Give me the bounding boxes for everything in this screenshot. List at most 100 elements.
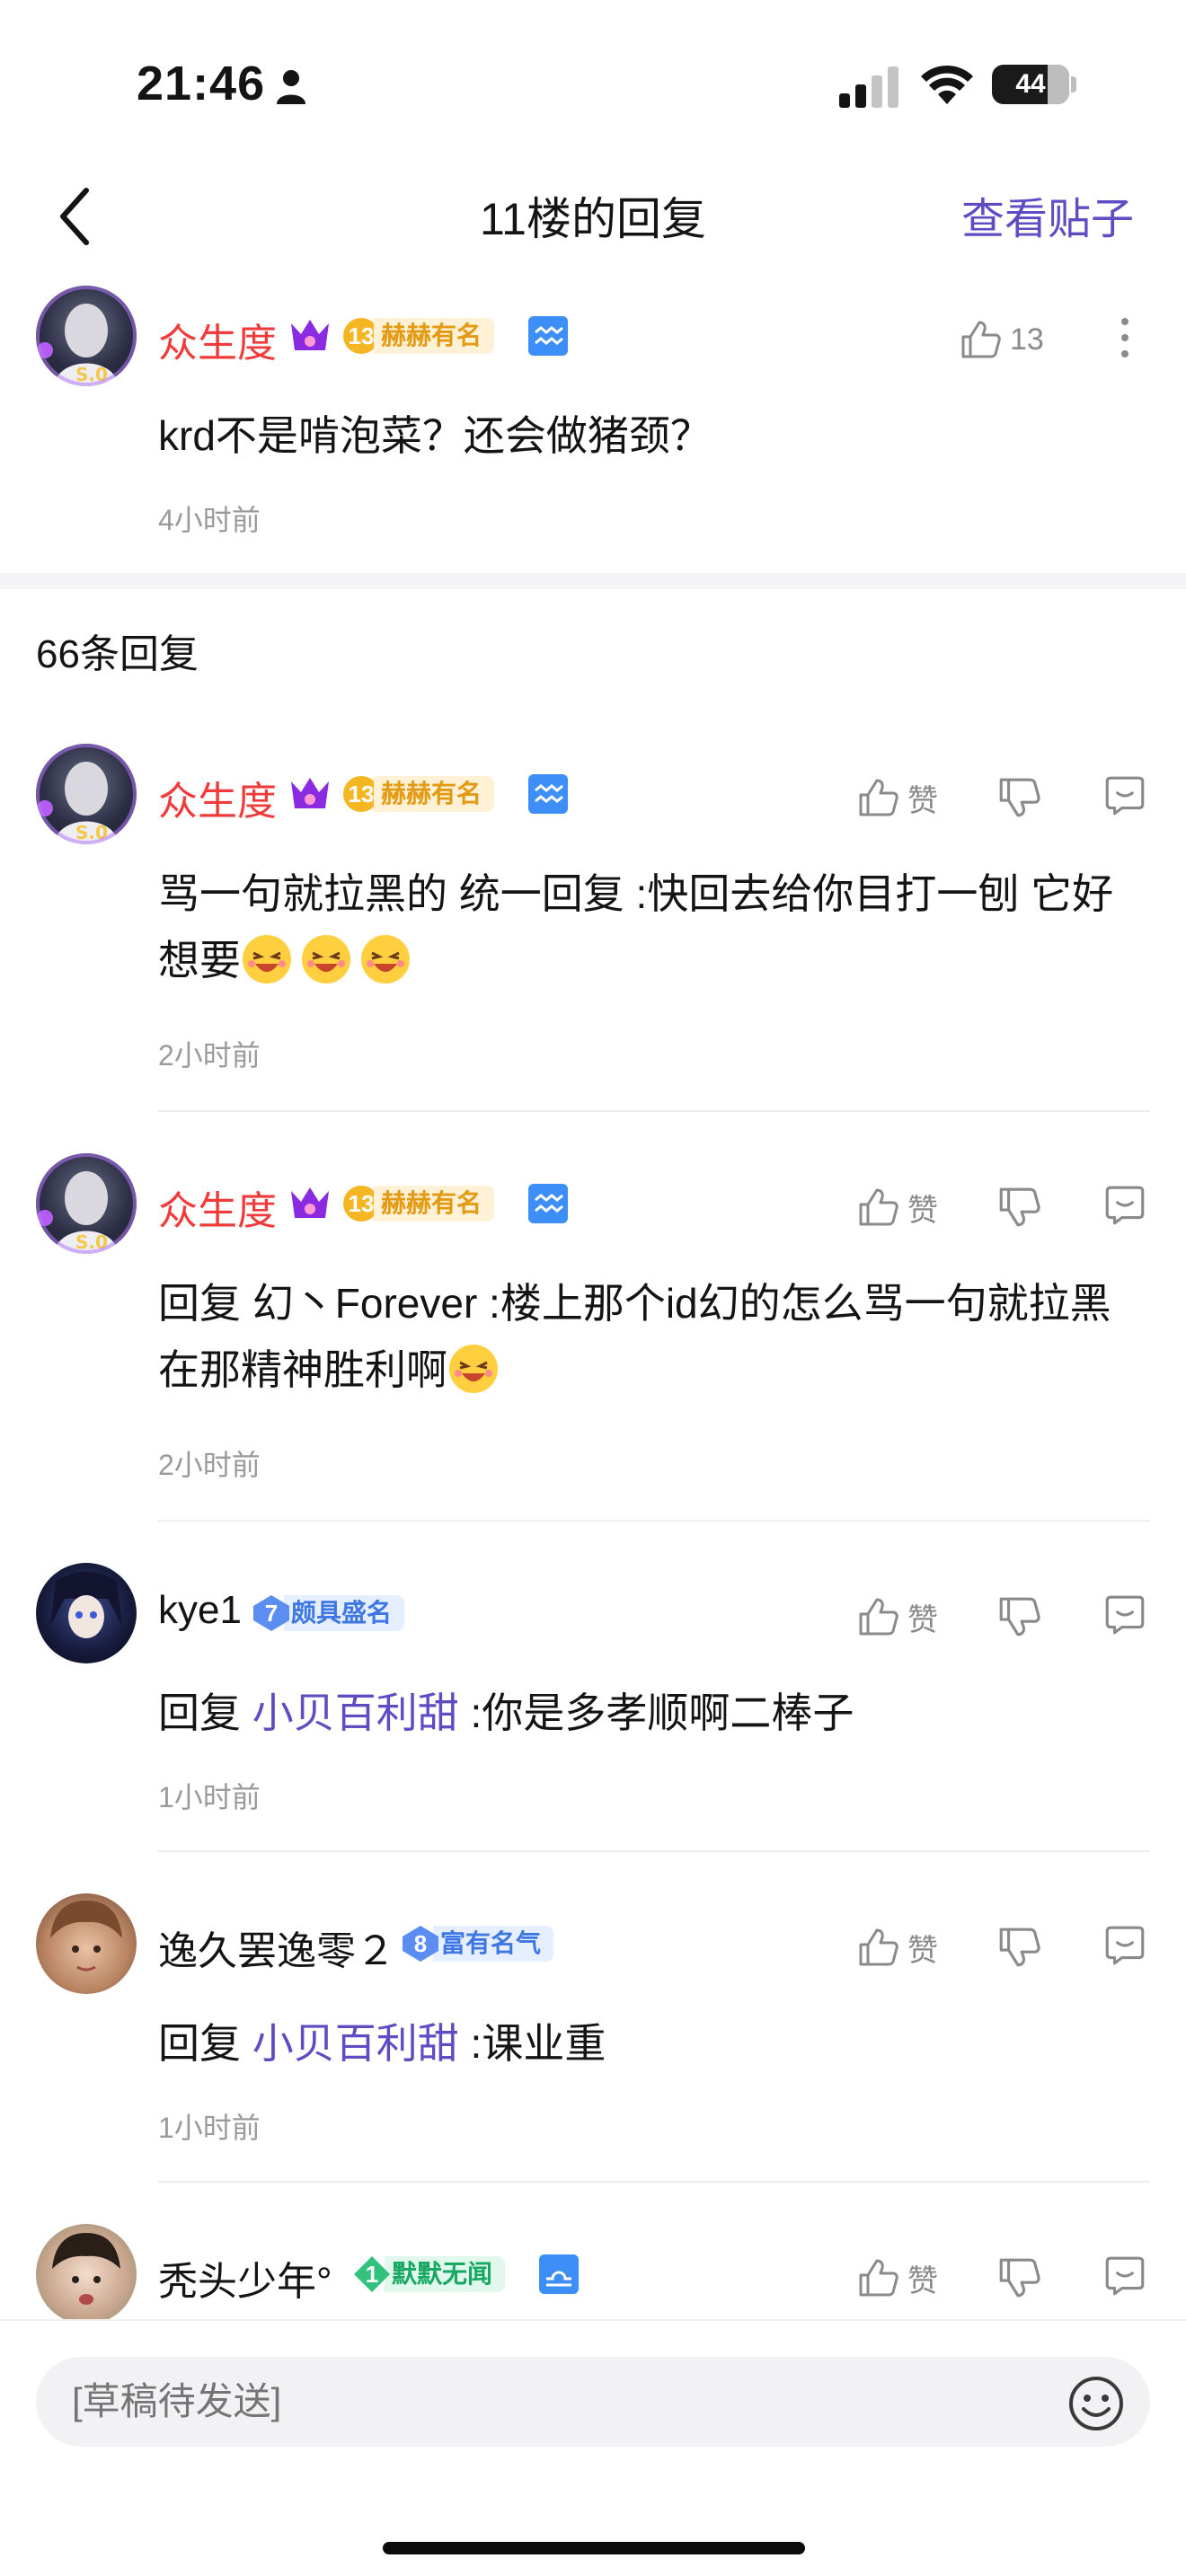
level-title: 赫赫有名 [374,1186,495,1222]
like-label: 赞 [907,1602,938,1637]
reply-divider [158,2181,1150,2183]
reply-text-body: :课业重 [458,2020,606,2067]
thumbs-up-icon [859,1188,898,1226]
like-button[interactable]: 赞 [855,1182,938,1232]
reply-text: 回复 小贝百利甜 :课业重 [158,2010,1137,2077]
avatar[interactable]: S.0 [36,286,137,386]
thumbs-up-icon [961,321,1001,358]
status-bar: 21:46 44 [0,0,1186,171]
username[interactable]: 众生度 [158,311,277,368]
reply-input[interactable] [36,2357,1150,2447]
like-label: 赞 [907,783,938,818]
aquarius-icon [528,774,568,814]
comment-icon[interactable] [1102,772,1148,819]
level-title: 富有名气 [433,1926,554,1962]
reply-text-body: :你是多孝顺啊二棒子 [458,1689,854,1736]
more-options-icon[interactable] [1114,314,1136,361]
reply-text-body: 回复 幻丶Forever :楼上那个id幻的怎么骂一句就拉黑在那精神胜利啊 [158,1280,1111,1393]
level-badge: 13 赫赫有名 [343,316,495,356]
comment-icon[interactable] [1102,1182,1148,1229]
reply-divider [158,1110,1150,1112]
battery-level: 44 [1015,69,1046,99]
back-arrow-icon[interactable] [58,187,93,246]
reply-divider [158,1520,1150,1522]
like-button[interactable]: 赞 [855,772,938,823]
username[interactable]: 逸久罢逸零２ [158,1919,395,1976]
level-badge: 1 默默无闻 [354,2254,506,2294]
avatar[interactable] [36,1563,137,1663]
like-button[interactable]: 赞 [855,1592,938,1642]
level-badge: 13 赫赫有名 [343,1184,495,1223]
level-title: 赫赫有名 [374,318,495,354]
svg-text:S.0: S.0 [75,1231,108,1253]
thumbs-down-icon[interactable] [996,2254,1042,2301]
thumbs-down-icon[interactable] [996,1593,1042,1640]
comment-time: 4小时前 [158,504,261,536]
like-count: 13 [1010,322,1044,357]
like-label: 赞 [907,2263,938,2298]
level-badge: 13 赫赫有名 [343,774,495,814]
avatar[interactable]: S.0 [36,744,137,844]
username[interactable]: kye1 [158,1588,242,1633]
avatar[interactable] [36,2224,137,2325]
level-title: 赫赫有名 [374,776,495,812]
comment-icon[interactable] [1102,2253,1148,2299]
comment-icon[interactable] [1102,1922,1148,1969]
comment-text: krd不是啃泡菜？还会做猪颈？ [158,412,712,459]
like-button[interactable]: 赞 [855,1922,938,1972]
reply-text: 骂一句就拉黑的 统一回复 :快回去给你目打一刨 它好想要 [158,860,1137,993]
replies-count: 66条回复 [36,632,199,676]
aquarius-icon [528,1184,568,1223]
level-title: 颇具盛名 [284,1595,405,1631]
reply-word: 回复 [158,2020,252,2067]
thumbs-up-icon [859,1928,898,1966]
thumbs-down-icon[interactable] [996,1184,1042,1231]
reply-input-bar [0,2319,1186,2576]
reply-to-user-link[interactable]: 小贝百利甜 [252,2020,459,2067]
reply-time: 2小时前 [158,1039,261,1072]
battery-cap [1071,76,1076,93]
battery-indicator: 44 [992,65,1069,104]
level-badge: 7 颇具盛名 [253,1593,405,1633]
thumbs-up-icon [859,2259,898,2297]
laughing-emoji-icon [243,935,291,984]
aquarius-icon [528,316,568,356]
crown-icon [291,320,329,350]
laughing-emoji-icon [361,935,410,984]
like-button[interactable]: 13 [958,314,1044,365]
comment-icon[interactable] [1102,1592,1148,1638]
nav-bar: 11楼的回复 查看贴子 [0,171,1186,278]
avatar[interactable]: S.0 [36,1153,137,1254]
signal-icon [839,66,898,108]
emoji-picker-icon[interactable] [1067,2375,1125,2432]
level-title: 默默无闻 [385,2256,506,2292]
like-button[interactable]: 赞 [855,2253,938,2303]
crown-icon [291,778,329,808]
reply-text: 回复 幻丶Forever :楼上那个id幻的怎么骂一句就拉黑在那精神胜利啊 [158,1270,1137,1403]
reply-time: 2小时前 [158,1449,261,1481]
reply-divider [158,1850,1150,1852]
thumbs-down-icon[interactable] [996,774,1042,821]
laughing-emoji-icon [449,1345,498,1393]
person-icon [277,70,305,104]
reply-word: 回复 [158,1689,252,1736]
reply-time: 1小时前 [158,2112,261,2144]
like-label: 赞 [907,1193,938,1228]
reply-text: 回复 小贝百利甜 :你是多孝顺啊二棒子 [158,1680,1137,1746]
reply-time: 1小时前 [158,1781,261,1813]
username[interactable]: 众生度 [158,1178,277,1236]
section-divider [0,573,1186,589]
username[interactable]: 众生度 [158,769,277,826]
avatar[interactable] [36,1893,137,1994]
like-label: 赞 [907,1933,938,1968]
view-post-link[interactable]: 查看贴子 [961,183,1134,246]
page-title: 11楼的回复 [480,194,706,244]
thumbs-up-icon [859,1598,898,1636]
reply-to-user-link[interactable]: 小贝百利甜 [252,1689,459,1736]
laughing-emoji-icon [302,935,350,984]
libra-icon [539,2254,579,2294]
status-time: 21:46 [137,57,266,110]
thumbs-down-icon[interactable] [996,1924,1042,1971]
username[interactable]: 秃头少年° [158,2249,332,2307]
svg-text:S.0: S.0 [75,822,108,843]
